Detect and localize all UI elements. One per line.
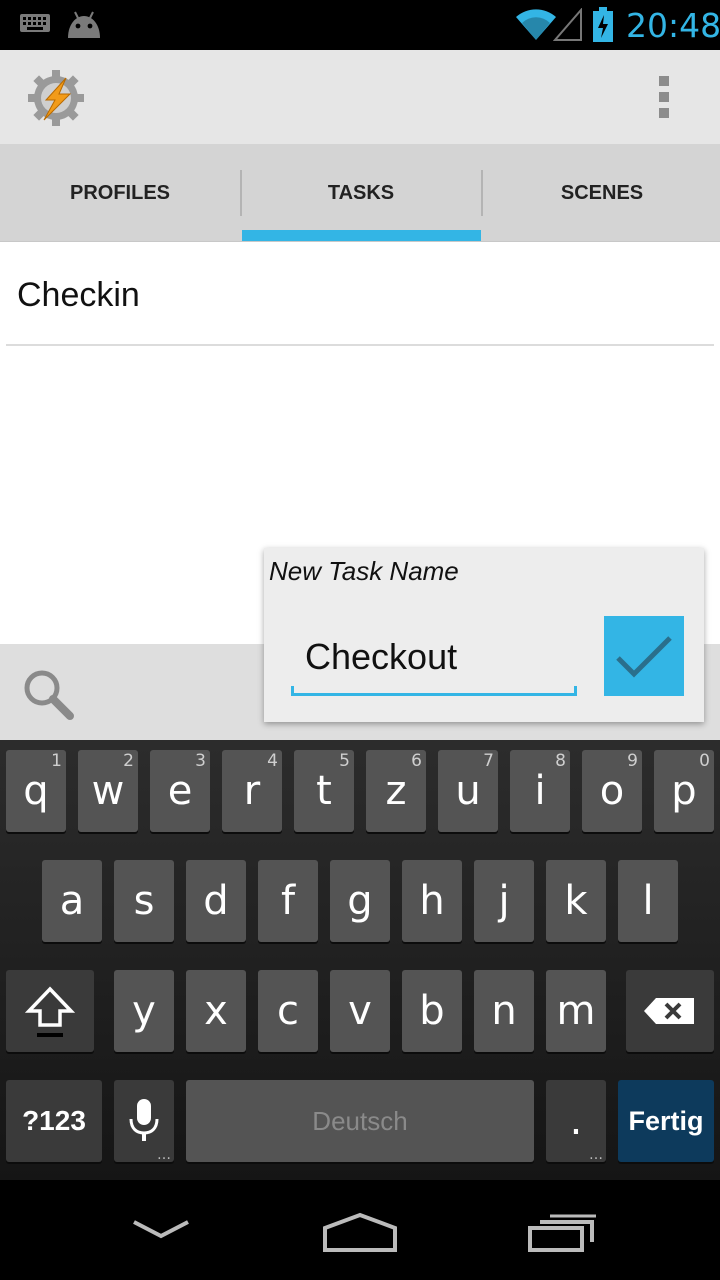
key-f[interactable]: f bbox=[258, 860, 318, 942]
tab-bar: PROFILES TASKS SCENES bbox=[0, 144, 720, 242]
selected-tab-indicator bbox=[242, 230, 481, 241]
tab-scenes[interactable]: SCENES bbox=[482, 144, 720, 242]
key-j[interactable]: j bbox=[474, 860, 534, 942]
wifi-icon bbox=[516, 9, 556, 40]
more-dots-icon: … bbox=[157, 1147, 171, 1163]
new-task-name-dialog: New Task Name Checkout bbox=[264, 548, 704, 722]
action-bar bbox=[0, 50, 720, 144]
overflow-menu-icon[interactable] bbox=[652, 76, 676, 122]
keyboard-notification-icon bbox=[20, 14, 50, 32]
microphone-icon bbox=[129, 1099, 159, 1141]
tasker-logo-icon[interactable] bbox=[26, 68, 86, 128]
status-bar: 20:48 bbox=[0, 0, 720, 50]
backspace-icon bbox=[644, 998, 694, 1024]
checkmark-icon bbox=[616, 636, 672, 678]
key-a[interactable]: a bbox=[42, 860, 102, 942]
key-d[interactable]: d bbox=[186, 860, 246, 942]
key-p[interactable]: p0 bbox=[654, 750, 714, 832]
android-debug-icon bbox=[68, 11, 100, 38]
task-item-checkin[interactable]: Checkin bbox=[6, 242, 714, 346]
key-l[interactable]: l bbox=[618, 860, 678, 942]
task-name-input[interactable]: Checkout bbox=[291, 632, 577, 696]
key-t[interactable]: t5 bbox=[294, 750, 354, 832]
tab-profiles[interactable]: PROFILES bbox=[0, 144, 240, 242]
tab-tasks[interactable]: TASKS bbox=[241, 144, 481, 242]
battery-charging-icon bbox=[593, 7, 613, 42]
voice-input-key[interactable]: … bbox=[114, 1080, 174, 1162]
dialog-title: New Task Name bbox=[269, 556, 459, 586]
key-s[interactable]: s bbox=[114, 860, 174, 942]
signal-icon bbox=[553, 8, 582, 41]
recent-apps-icon[interactable] bbox=[526, 1212, 600, 1254]
key-o[interactable]: o9 bbox=[582, 750, 642, 832]
key-h[interactable]: h bbox=[402, 860, 462, 942]
space-key[interactable]: Deutsch bbox=[186, 1080, 534, 1162]
clock: 20:48 bbox=[626, 6, 720, 45]
key-b[interactable]: b bbox=[402, 970, 462, 1052]
key-r[interactable]: r4 bbox=[222, 750, 282, 832]
key-k[interactable]: k bbox=[546, 860, 606, 942]
key-y[interactable]: y bbox=[114, 970, 174, 1052]
key-g[interactable]: g bbox=[330, 860, 390, 942]
key-i[interactable]: i8 bbox=[510, 750, 570, 832]
shift-icon bbox=[25, 986, 75, 1037]
hide-keyboard-icon[interactable] bbox=[130, 1212, 192, 1248]
task-name: Checkin bbox=[17, 276, 140, 314]
key-m[interactable]: m bbox=[546, 970, 606, 1052]
soft-keyboard: q1 w2 e3 r4 t5 z6 u7 i8 o9 p0 a s d f g … bbox=[0, 740, 720, 1180]
key-n[interactable]: n bbox=[474, 970, 534, 1052]
period-key[interactable]: . … bbox=[546, 1080, 606, 1162]
task-name-input-value: Checkout bbox=[305, 636, 458, 677]
navigation-bar bbox=[0, 1180, 720, 1280]
shift-key[interactable] bbox=[6, 970, 94, 1052]
enter-key[interactable]: Fertig bbox=[618, 1080, 714, 1162]
key-e[interactable]: e3 bbox=[150, 750, 210, 832]
key-u[interactable]: u7 bbox=[438, 750, 498, 832]
confirm-button[interactable] bbox=[604, 616, 684, 696]
backspace-key[interactable] bbox=[626, 970, 714, 1052]
key-z[interactable]: z6 bbox=[366, 750, 426, 832]
key-c[interactable]: c bbox=[258, 970, 318, 1052]
key-q[interactable]: q1 bbox=[6, 750, 66, 832]
more-dots-icon: … bbox=[589, 1147, 603, 1163]
key-x[interactable]: x bbox=[186, 970, 246, 1052]
search-icon[interactable] bbox=[22, 668, 76, 722]
home-icon[interactable] bbox=[322, 1212, 398, 1254]
symbols-key[interactable]: ?123 bbox=[6, 1080, 102, 1162]
key-w[interactable]: w2 bbox=[78, 750, 138, 832]
key-v[interactable]: v bbox=[330, 970, 390, 1052]
